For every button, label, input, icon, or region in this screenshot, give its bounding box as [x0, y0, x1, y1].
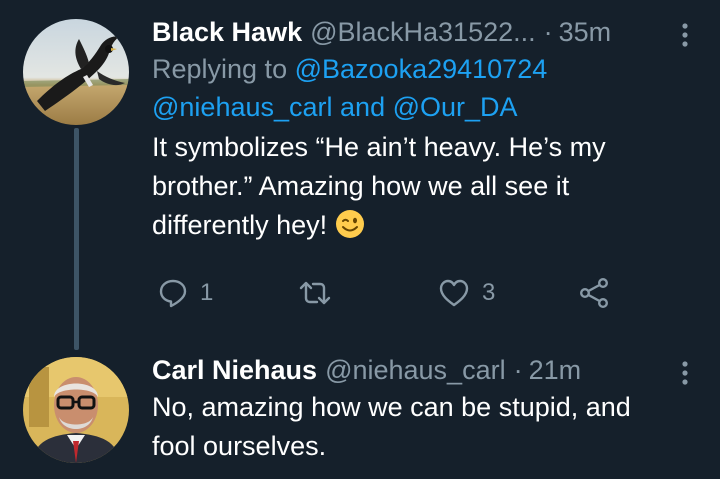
- user-handle[interactable]: @BlackHa31522...: [310, 14, 536, 50]
- replying-to-label: Replying to: [152, 54, 288, 84]
- black-hawk-avatar[interactable]: [23, 19, 129, 125]
- replying-to-line: Replying to @Bazooka29410724: [152, 50, 692, 88]
- tweet-carl-niehaus[interactable]: Carl Niehaus @niehaus_carl · 21m No, ama…: [152, 352, 692, 466]
- replying-to-line-2: @niehaus_carl and @Our_DA: [152, 88, 692, 126]
- display-name[interactable]: Carl Niehaus: [152, 352, 317, 388]
- thread-connector-line: [74, 128, 79, 350]
- tweet-thread: Black Hawk @BlackHa31522... · 35m Replyi…: [0, 0, 720, 479]
- tweet-text-line: No, amazing how we can be stupid, and: [152, 392, 631, 422]
- profile-photo: [23, 357, 129, 463]
- tweet-text-line: It symbolizes “He ain’t heavy. He’s my: [152, 132, 606, 162]
- more-options-icon[interactable]: [678, 360, 692, 386]
- retweet-icon: [299, 281, 331, 305]
- tweet-black-hawk[interactable]: Black Hawk @BlackHa31522... · 35m Replyi…: [152, 14, 692, 245]
- tweet-action-bar: 1 3: [152, 271, 622, 315]
- winking-face-icon: [336, 210, 365, 238]
- tweet-header: Black Hawk @BlackHa31522... · 35m: [152, 14, 692, 50]
- tweet-text-line-with-emoji: differently hey!: [152, 206, 692, 245]
- hawk-photo: [23, 19, 129, 125]
- carl-niehaus-avatar[interactable]: [23, 357, 129, 463]
- tweet-time[interactable]: 35m: [559, 14, 612, 50]
- tweet-text-line: brother.” Amazing how we all see it: [152, 171, 570, 201]
- tweet-time[interactable]: 21m: [529, 352, 582, 388]
- mention-link[interactable]: @Our_DA: [393, 92, 518, 122]
- like-count: 3: [482, 279, 496, 306]
- tweet-text-line: fool ourselves.: [152, 431, 327, 461]
- separator-dot: ·: [513, 355, 523, 385]
- mention-link[interactable]: @Bazooka29410724: [295, 54, 548, 84]
- separator-dot: ·: [543, 17, 553, 47]
- like-button[interactable]: 3: [438, 271, 495, 315]
- tweet-text-line: differently hey!: [152, 210, 328, 240]
- heart-icon: [439, 279, 469, 307]
- user-handle[interactable]: @niehaus_carl: [325, 352, 506, 388]
- share-button[interactable]: [578, 271, 610, 315]
- tweet-body: It symbolizes “He ain’t heavy. He’s my b…: [152, 128, 692, 245]
- share-icon: [580, 278, 609, 309]
- mention-and: and: [340, 92, 386, 122]
- reply-button[interactable]: 1: [158, 271, 213, 315]
- more-options-icon[interactable]: [678, 22, 692, 48]
- tweet-header: Carl Niehaus @niehaus_carl · 21m: [152, 352, 692, 388]
- reply-icon: [159, 279, 187, 308]
- display-name[interactable]: Black Hawk: [152, 14, 302, 50]
- tweet-body: No, amazing how we can be stupid, and fo…: [152, 388, 692, 466]
- mention-link[interactable]: @niehaus_carl: [152, 92, 333, 122]
- reply-count: 1: [200, 279, 214, 306]
- retweet-button[interactable]: [298, 271, 344, 315]
